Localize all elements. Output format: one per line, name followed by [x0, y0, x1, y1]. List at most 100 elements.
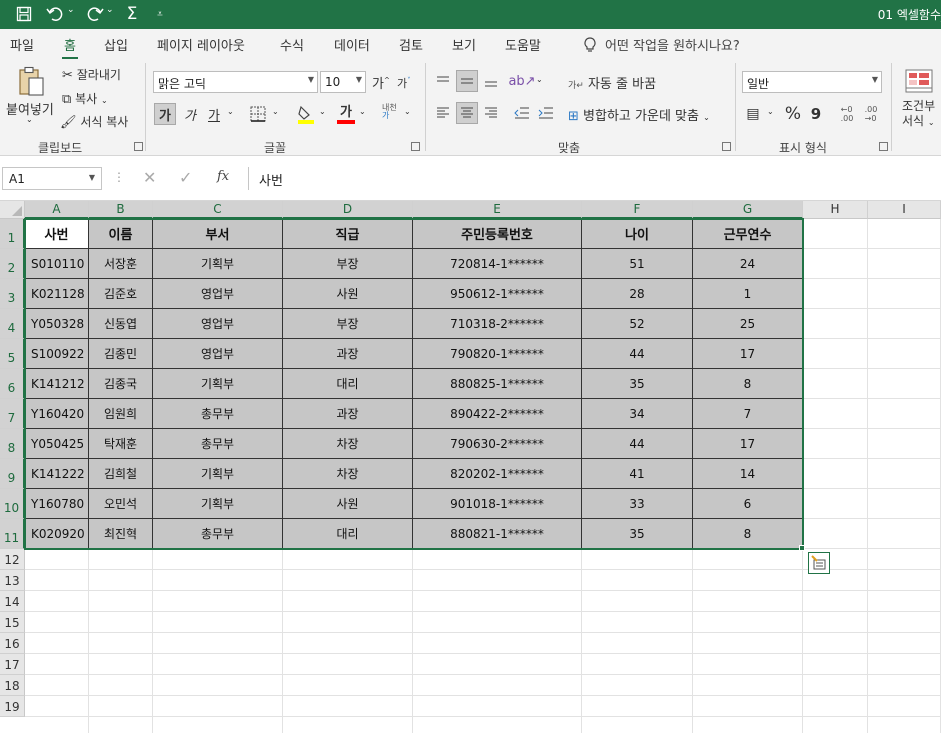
column-header-h[interactable]: H — [803, 201, 868, 219]
row-header-12[interactable]: 12 — [0, 549, 25, 570]
table-cell[interactable]: 820202-1****** — [413, 459, 582, 489]
tell-me-search[interactable]: 어떤 작업을 원하시나요? — [583, 35, 740, 54]
table-cell[interactable]: 신동엽 — [89, 309, 153, 339]
table-cell[interactable]: 총무부 — [153, 429, 283, 459]
table-cell[interactable]: Y050328 — [25, 309, 89, 339]
table-cell[interactable]: 사원 — [283, 489, 413, 519]
number-format-select[interactable]: 일반 ▼ — [742, 71, 882, 93]
table-cell[interactable]: 790630-2****** — [413, 429, 582, 459]
table-cell[interactable]: 41 — [582, 459, 693, 489]
alignment-launcher-icon[interactable] — [722, 142, 731, 151]
table-cell[interactable]: 차장 — [283, 429, 413, 459]
row-header-18[interactable]: 18 — [0, 675, 25, 696]
table-header-cell[interactable]: 부서 — [153, 219, 283, 249]
table-header-cell[interactable]: 주민등록번호 — [413, 219, 582, 249]
table-cell[interactable]: 총무부 — [153, 519, 283, 549]
table-cell[interactable]: 차장 — [283, 459, 413, 489]
clipboard-launcher-icon[interactable] — [134, 142, 143, 151]
number-launcher-icon[interactable] — [879, 142, 888, 151]
more-options-icon[interactable]: ⋮ — [113, 170, 125, 184]
table-cell[interactable]: 과장 — [283, 399, 413, 429]
table-cell[interactable]: 33 — [582, 489, 693, 519]
table-cell[interactable]: 총무부 — [153, 399, 283, 429]
copy-button[interactable]: ⧉ 복사 ⌄ — [62, 90, 108, 107]
table-cell[interactable]: 44 — [582, 339, 693, 369]
orientation-icon[interactable]: ab↗ — [508, 70, 535, 92]
undo-dropdown-icon[interactable]: ⌄ — [67, 5, 75, 15]
table-header-cell[interactable]: 나이 — [582, 219, 693, 249]
table-cell[interactable]: K141212 — [25, 369, 89, 399]
enter-icon[interactable]: ✓ — [179, 168, 192, 187]
phonetic-dropdown-icon[interactable]: ⌄ — [404, 107, 411, 116]
table-cell[interactable]: 8 — [693, 369, 803, 399]
table-header-cell[interactable]: 사번 — [25, 219, 89, 249]
row-header-11[interactable]: 11 — [0, 519, 25, 549]
conditional-formatting-button[interactable]: 조건부 서식 ⌄ — [902, 99, 935, 130]
font-size-select[interactable]: 10 ▼ — [320, 71, 366, 93]
table-cell[interactable]: K141222 — [25, 459, 89, 489]
table-cell[interactable]: 6 — [693, 489, 803, 519]
increase-decimal-icon[interactable]: ←0.00 — [836, 103, 858, 125]
table-cell[interactable]: 25 — [693, 309, 803, 339]
merge-dropdown-icon[interactable]: ⌄ — [703, 113, 710, 122]
align-top-icon[interactable] — [433, 70, 453, 92]
tab-formulas[interactable]: 수식 — [280, 35, 304, 54]
merge-center-button[interactable]: ⊞ 병합하고 가운데 맞춤 ⌄ — [568, 105, 710, 124]
accounting-dropdown-icon[interactable]: ⌄ — [767, 107, 774, 116]
column-header-g[interactable]: G — [693, 201, 803, 219]
table-cell[interactable]: K021128 — [25, 279, 89, 309]
table-cell[interactable]: S100922 — [25, 339, 89, 369]
table-cell[interactable]: 14 — [693, 459, 803, 489]
row-header-19[interactable]: 19 — [0, 696, 25, 717]
row-header-16[interactable]: 16 — [0, 633, 25, 654]
table-cell[interactable]: 최진혁 — [89, 519, 153, 549]
fill-color-icon[interactable] — [296, 103, 316, 125]
row-header-7[interactable]: 7 — [0, 399, 25, 429]
table-cell[interactable]: S010110 — [25, 249, 89, 279]
table-cell[interactable]: 790820-1****** — [413, 339, 582, 369]
phonetic-button[interactable]: 내천 가 — [382, 104, 397, 120]
table-cell[interactable]: 기획부 — [153, 489, 283, 519]
name-box[interactable]: A1 ▼ — [2, 167, 102, 190]
table-cell[interactable]: 34 — [582, 399, 693, 429]
table-cell[interactable]: 과장 — [283, 339, 413, 369]
table-cell[interactable]: 탁재훈 — [89, 429, 153, 459]
cancel-icon[interactable]: ✕ — [143, 168, 156, 187]
cut-button[interactable]: ✂ 잘라내기 — [62, 66, 121, 83]
align-right-icon[interactable] — [481, 102, 501, 124]
copy-dropdown-icon[interactable]: ⌄ — [101, 96, 108, 105]
table-cell[interactable]: Y160780 — [25, 489, 89, 519]
table-cell[interactable]: 720814-1****** — [413, 249, 582, 279]
decrease-decimal-icon[interactable]: .00 →0 — [860, 103, 882, 125]
table-cell[interactable]: 기획부 — [153, 459, 283, 489]
tab-view[interactable]: 보기 — [452, 35, 476, 54]
column-header-c[interactable]: C — [153, 201, 283, 219]
row-header-2[interactable]: 2 — [0, 249, 25, 279]
table-cell[interactable]: 44 — [582, 429, 693, 459]
table-cell[interactable]: 임원희 — [89, 399, 153, 429]
select-all-corner[interactable] — [0, 201, 25, 219]
percent-button[interactable]: % — [782, 103, 804, 125]
table-cell[interactable]: 김준호 — [89, 279, 153, 309]
decrease-indent-icon[interactable] — [512, 102, 532, 124]
table-cell[interactable]: 영업부 — [153, 279, 283, 309]
row-header-5[interactable]: 5 — [0, 339, 25, 369]
undo-icon[interactable] — [43, 3, 67, 25]
formula-input[interactable]: 사번 — [248, 167, 941, 190]
table-cell[interactable]: 901018-1****** — [413, 489, 582, 519]
table-cell[interactable]: 8 — [693, 519, 803, 549]
row-header-6[interactable]: 6 — [0, 369, 25, 399]
font-color-dropdown-icon[interactable]: ⌄ — [359, 107, 366, 116]
comma-style-button[interactable]: 9 — [806, 103, 826, 125]
table-cell[interactable]: 대리 — [283, 519, 413, 549]
redo-dropdown-icon[interactable]: ⌄ — [106, 5, 114, 15]
borders-dropdown-icon[interactable]: ⌄ — [272, 107, 279, 116]
increase-indent-icon[interactable] — [536, 102, 556, 124]
tab-data[interactable]: 데이터 — [334, 35, 370, 54]
accounting-format-icon[interactable]: ▤ — [743, 103, 763, 125]
table-header-cell[interactable]: 직급 — [283, 219, 413, 249]
row-header-4[interactable]: 4 — [0, 309, 25, 339]
align-left-icon[interactable] — [433, 102, 453, 124]
align-middle-icon[interactable] — [456, 70, 478, 92]
row-header-15[interactable]: 15 — [0, 612, 25, 633]
